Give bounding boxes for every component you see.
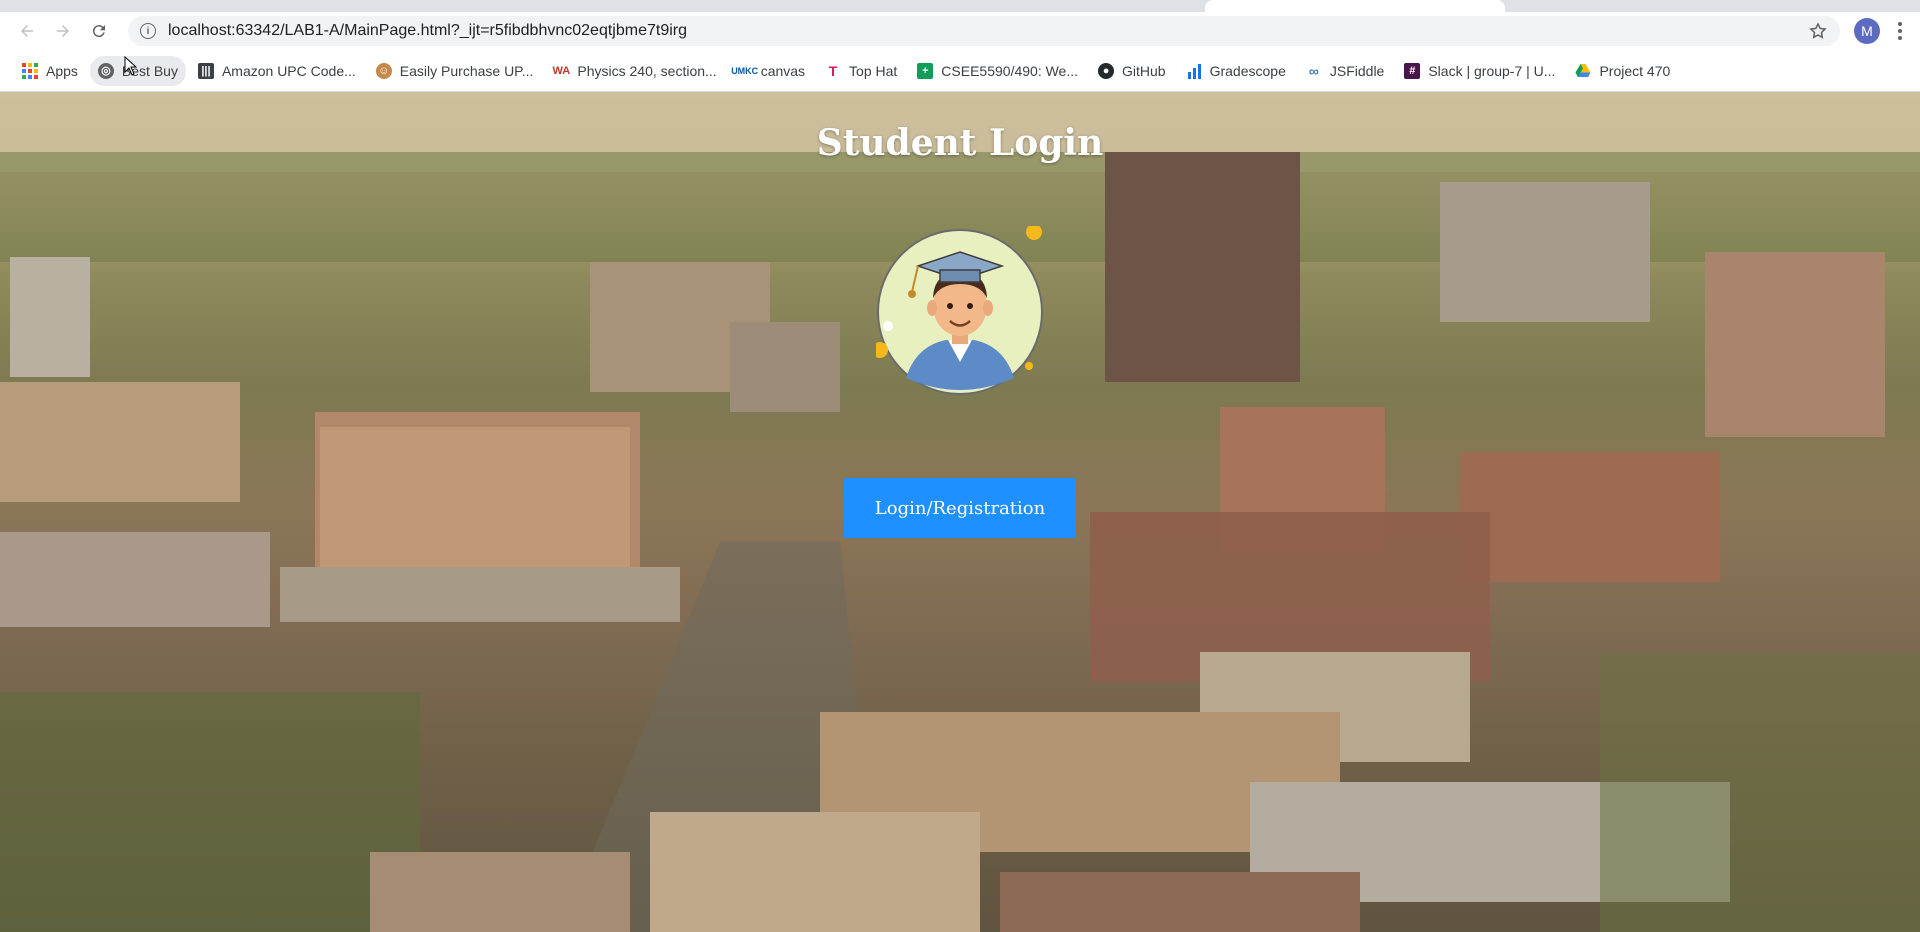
forward-button[interactable] bbox=[46, 14, 80, 48]
browser-menu-icon[interactable] bbox=[1890, 18, 1910, 44]
forward-arrow-icon bbox=[57, 25, 69, 37]
bookmark-amazon-upc[interactable]: ||| Amazon UPC Code... bbox=[190, 56, 364, 86]
address-bar[interactable]: i localhost:63342/LAB1-A/MainPage.html?_… bbox=[128, 16, 1840, 46]
bookmark-canvas[interactable]: UMKC canvas bbox=[729, 56, 813, 86]
bookmark-label: CSEE5590/490: We... bbox=[941, 62, 1079, 79]
bookmark-csee5590[interactable]: + CSEE5590/490: We... bbox=[909, 56, 1086, 86]
tab-strip bbox=[0, 0, 1920, 12]
bookmark-label: Amazon UPC Code... bbox=[221, 62, 356, 79]
slack-icon: # bbox=[1404, 62, 1421, 79]
bookmark-label: Easily Purchase UP... bbox=[399, 62, 534, 79]
barcode-icon: ||| bbox=[197, 62, 214, 79]
drive-icon bbox=[1575, 63, 1591, 79]
bookmark-label: Slack | group-7 | U... bbox=[1428, 62, 1556, 79]
page-content: Student Login Login/Registration bbox=[0, 92, 1920, 932]
bookmark-label: Apps bbox=[46, 62, 78, 79]
bookmark-label: GitHub bbox=[1122, 62, 1166, 79]
mouse-cursor-icon bbox=[124, 56, 138, 76]
bookmark-label: Gradescope bbox=[1209, 62, 1286, 79]
back-arrow-icon bbox=[21, 25, 33, 37]
site-info-icon[interactable]: i bbox=[140, 23, 156, 39]
student-graduate-avatar-icon bbox=[876, 226, 1043, 395]
sheets-icon: + bbox=[917, 62, 934, 79]
globe-icon: ◎ bbox=[97, 62, 114, 79]
bookmark-jsfiddle[interactable]: ∞ JSFiddle bbox=[1298, 56, 1392, 86]
tophat-icon: T bbox=[828, 62, 838, 79]
profile-avatar[interactable]: M bbox=[1854, 18, 1880, 44]
reload-button[interactable] bbox=[82, 14, 116, 48]
bookmark-gradescope[interactable]: Gradescope bbox=[1178, 56, 1294, 86]
login-registration-button[interactable]: Login/Registration bbox=[844, 478, 1076, 538]
url-text[interactable]: localhost:63342/LAB1-A/MainPage.html?_ij… bbox=[168, 22, 1808, 40]
active-tab[interactable] bbox=[1205, 0, 1505, 12]
bookmark-label: JSFiddle bbox=[1329, 62, 1385, 79]
bookmark-star-icon[interactable] bbox=[1808, 21, 1828, 41]
bookmarks-bar: Apps ◎ Best Buy ||| Amazon UPC Code... ☺… bbox=[0, 50, 1920, 92]
bookmark-project-470[interactable]: Project 470 bbox=[1567, 56, 1678, 86]
github-icon: ● bbox=[1098, 62, 1115, 79]
bookmark-easily-purchase[interactable]: ☺ Easily Purchase UP... bbox=[368, 56, 542, 86]
umkc-icon: UMKC bbox=[731, 65, 759, 76]
bookmark-label: Project 470 bbox=[1599, 62, 1671, 79]
jsfiddle-icon: ∞ bbox=[1308, 62, 1319, 79]
bookmark-github[interactable]: ● GitHub bbox=[1090, 56, 1174, 86]
bookmark-physics[interactable]: WA Physics 240, section... bbox=[545, 56, 724, 86]
bookmark-label: Physics 240, section... bbox=[577, 62, 717, 79]
bookmark-top-hat[interactable]: T Top Hat bbox=[817, 56, 905, 86]
bookmark-label: canvas bbox=[760, 62, 806, 79]
webassign-icon: WA bbox=[552, 64, 571, 77]
reload-icon bbox=[92, 25, 105, 38]
face-icon: ☺ bbox=[375, 62, 392, 79]
bookmark-label: Top Hat bbox=[849, 62, 898, 79]
browser-toolbar: i localhost:63342/LAB1-A/MainPage.html?_… bbox=[0, 12, 1920, 50]
bookmark-apps[interactable]: Apps bbox=[14, 56, 86, 86]
apps-grid-icon bbox=[22, 62, 38, 79]
page-title: Student Login bbox=[816, 122, 1104, 164]
back-button[interactable] bbox=[10, 14, 44, 48]
bookmark-slack[interactable]: # Slack | group-7 | U... bbox=[1396, 56, 1563, 86]
bar-chart-icon bbox=[1186, 63, 1202, 79]
